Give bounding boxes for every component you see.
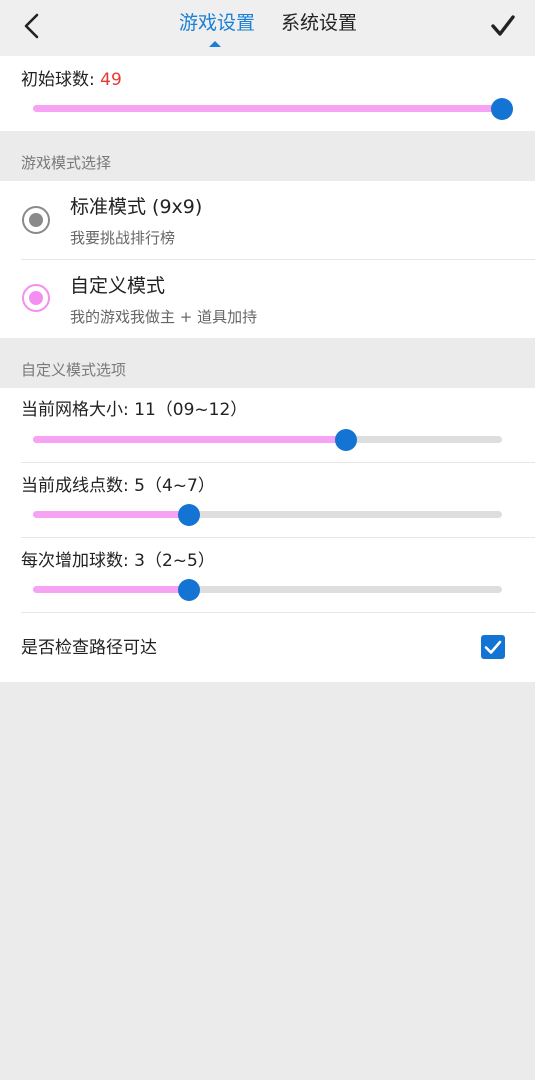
slider-fill [33,436,346,443]
balls-per-turn-slider[interactable] [33,579,502,601]
tab-system-settings[interactable]: 系统设置 [281,10,357,36]
initial-balls-value: 49 [100,70,122,90]
balls-per-turn-label: 每次增加球数: 3（2~5） [21,551,215,571]
initial-balls-label-text: 初始球数: [21,70,95,90]
line-points-slider[interactable] [33,504,502,526]
mode-standard-subtitle: 我要挑战排行榜 [70,229,176,247]
divider [21,537,535,538]
chevron-left-icon [22,13,42,43]
confirm-button[interactable] [483,8,523,48]
top-bar: 游戏设置 系统设置 [0,0,535,56]
mode-card: 标准模式 (9x9) 我要挑战排行榜 自定义模式 我的游戏我做主 + 道具加持 [0,181,535,338]
radio-dot [29,291,43,305]
divider [21,462,535,463]
slider-fill [33,105,502,112]
mode-custom-subtitle: 我的游戏我做主 + 道具加持 [70,308,258,326]
mode-section-title: 游戏模式选择 [21,154,112,172]
slider-thumb[interactable] [491,98,513,120]
radio-standard[interactable] [22,206,50,234]
tab-game-settings[interactable]: 游戏设置 [179,10,255,36]
options-section-title: 自定义模式选项 [21,361,127,379]
slider-thumb[interactable] [178,579,201,601]
slider-fill [33,586,190,593]
initial-balls-label: 初始球数: 49 [21,69,122,91]
check-path-checkbox[interactable] [481,635,505,659]
slider-fill [33,511,190,518]
mode-option-standard[interactable]: 标准模式 (9x9) 我要挑战排行榜 [0,181,535,259]
divider [21,612,535,613]
checkmark-icon [490,14,516,42]
mode-custom-title: 自定义模式 [70,275,166,297]
active-tab-indicator [209,41,221,47]
slider-thumb[interactable] [334,429,357,451]
check-path-label: 是否检查路径可达 [21,638,157,658]
slider-thumb[interactable] [178,504,201,526]
back-button[interactable] [14,10,50,46]
mode-standard-title: 标准模式 (9x9) [70,196,203,218]
mode-option-custom[interactable]: 自定义模式 我的游戏我做主 + 道具加持 [0,260,535,338]
radio-custom[interactable] [22,284,50,312]
checkmark-icon [481,640,505,663]
radio-dot [29,213,43,227]
grid-size-slider[interactable] [33,429,502,451]
grid-size-label: 当前网格大小: 11（09~12） [21,400,248,420]
line-points-label: 当前成线点数: 5（4~7） [21,476,215,496]
initial-balls-slider[interactable] [33,98,513,120]
